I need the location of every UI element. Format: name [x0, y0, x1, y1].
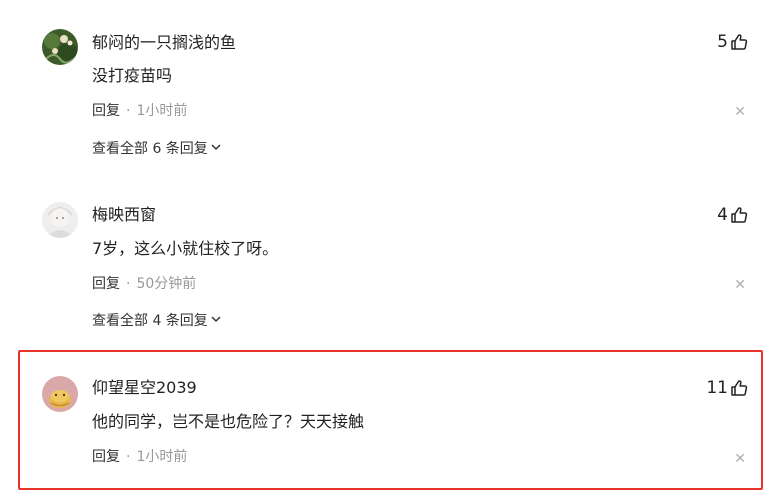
thumbs-up-icon — [730, 379, 748, 397]
comment-username[interactable]: 郁闷的一只搁浅的鱼 — [92, 33, 236, 53]
comment-text: 7岁，这么小就住校了呀。 — [92, 239, 279, 258]
close-icon[interactable]: ✕ — [734, 105, 746, 119]
comment-username[interactable]: 梅映西窗 — [92, 205, 156, 225]
close-icon[interactable]: ✕ — [734, 278, 746, 292]
comment-text: 没打疫苗吗 — [92, 66, 173, 85]
comment-timestamp: 50分钟前 — [136, 276, 197, 292]
close-icon[interactable]: ✕ — [734, 452, 746, 466]
like-count: 11 — [706, 378, 728, 398]
meta-separator: · — [126, 449, 131, 465]
reply-button[interactable]: 回复 — [92, 275, 120, 293]
comment-meta: 回复 · 1小时前 — [92, 102, 187, 120]
thumbs-up-icon — [730, 206, 748, 224]
comment-timestamp: 1小时前 — [136, 103, 188, 119]
view-all-replies-label: 查看全部 4 条回复 — [92, 313, 208, 329]
view-all-replies-button[interactable]: 查看全部 6 条回复 — [92, 140, 222, 158]
avatar[interactable] — [42, 202, 78, 238]
like-button[interactable]: 4 — [717, 205, 748, 225]
chevron-down-icon — [210, 312, 222, 330]
comment-timestamp: 1小时前 — [136, 449, 188, 465]
avatar[interactable] — [42, 29, 78, 65]
thumbs-up-icon — [730, 33, 748, 51]
like-button[interactable]: 5 — [717, 32, 748, 52]
view-all-replies-label: 查看全部 6 条回复 — [92, 141, 208, 157]
like-count: 5 — [717, 32, 728, 52]
like-button[interactable]: 11 — [706, 378, 748, 398]
meta-separator: · — [126, 276, 131, 292]
reply-button[interactable]: 回复 — [92, 102, 120, 120]
comment-meta: 回复 · 50分钟前 — [92, 275, 196, 293]
avatar[interactable] — [42, 376, 78, 412]
comment-username[interactable]: 仰望星空2039 — [92, 378, 197, 398]
comment-text: 他的同学，岂不是也危险了？天天接触 — [92, 412, 365, 431]
reply-button[interactable]: 回复 — [92, 448, 120, 466]
meta-separator: · — [126, 103, 131, 119]
chevron-down-icon — [210, 140, 222, 158]
view-all-replies-button[interactable]: 查看全部 4 条回复 — [92, 312, 222, 330]
like-count: 4 — [717, 205, 728, 225]
comment-meta: 回复 · 1小时前 — [92, 448, 187, 466]
